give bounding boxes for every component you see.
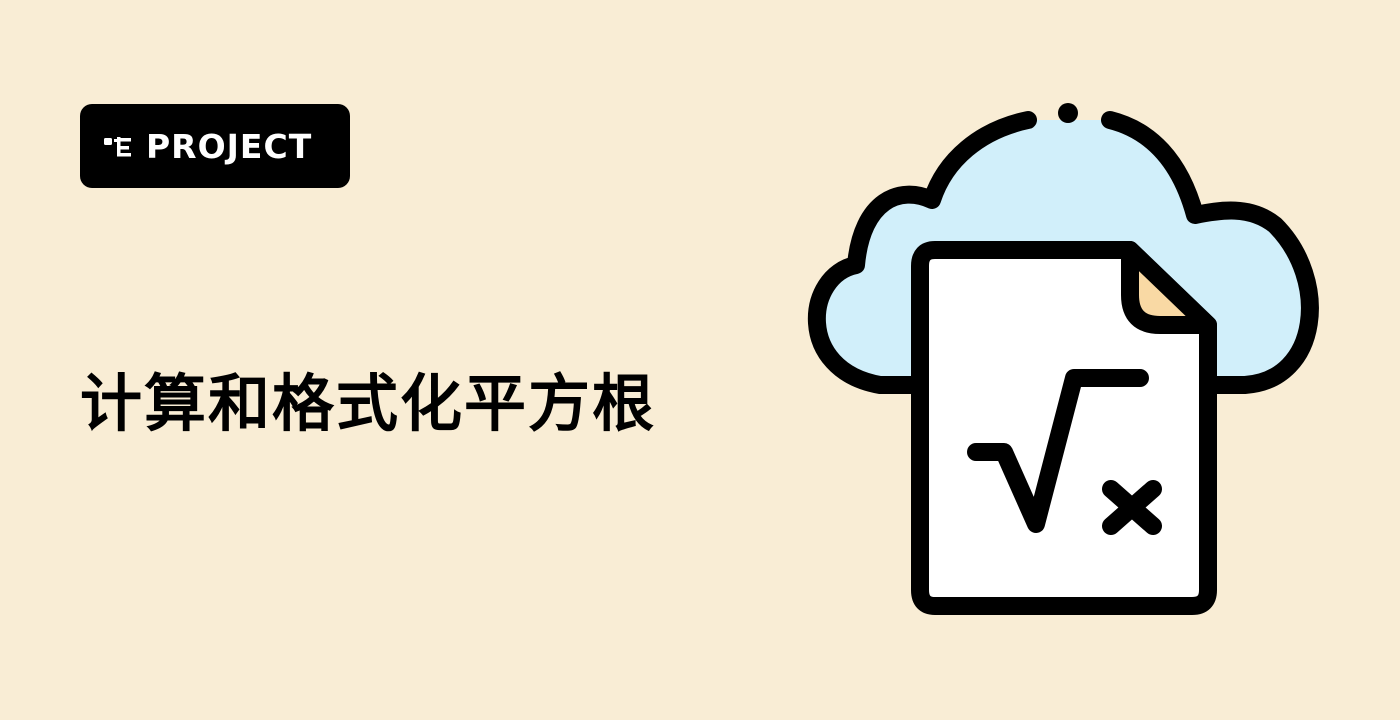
project-tree-icon (104, 137, 131, 157)
page-title: 计算和格式化平方根 (80, 367, 657, 440)
cloud-math-document-icon (808, 103, 1319, 615)
badge-label: PROJECT (146, 126, 313, 166)
cloud-dot (1058, 103, 1078, 123)
banner: PROJECT 计算和格式化平方根 (0, 0, 1400, 720)
project-badge: PROJECT (80, 104, 350, 188)
